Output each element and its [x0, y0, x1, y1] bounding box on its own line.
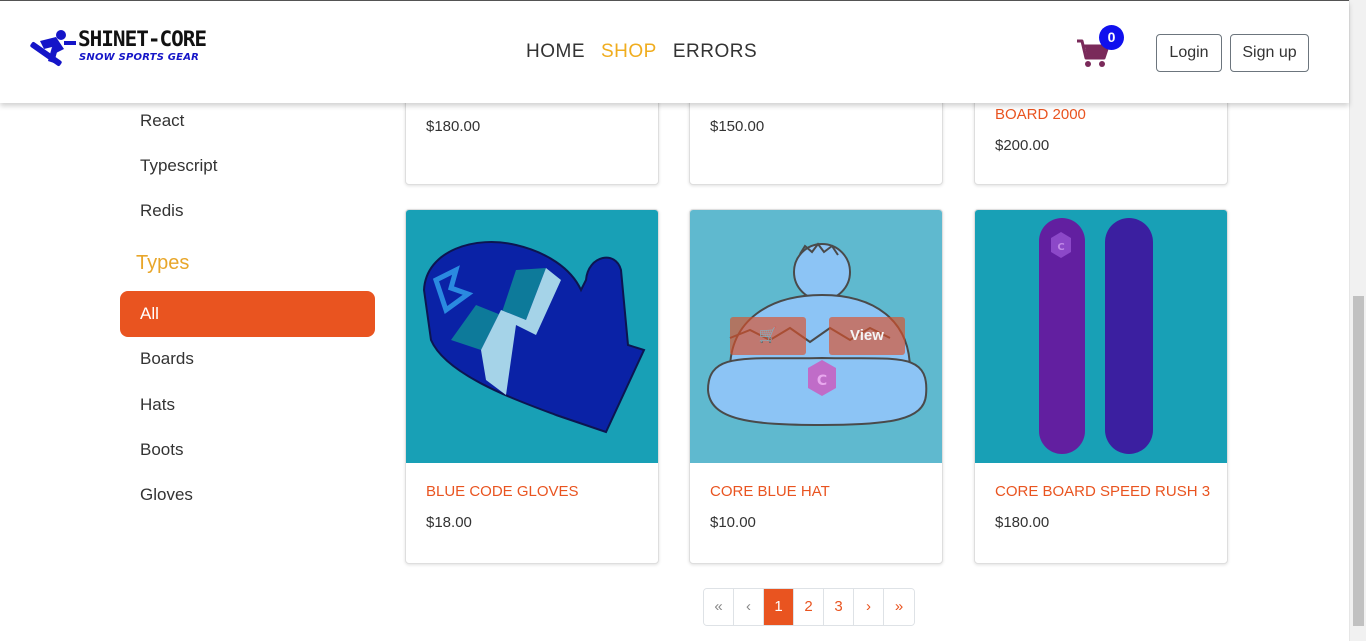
navbar: SHINET-CORE SNOW SPORTS GEAR HOME SHOP E…: [0, 1, 1349, 103]
next-page-button[interactable]: ›: [854, 589, 884, 625]
brand-filter-react[interactable]: React: [140, 111, 184, 131]
brand-title: SHINET-CORE: [78, 27, 207, 51]
svg-text:C: C: [1057, 242, 1064, 253]
type-filter-boots[interactable]: Boots: [140, 440, 183, 460]
cart-count-badge: 0: [1099, 25, 1124, 50]
type-filter-gloves[interactable]: Gloves: [140, 485, 193, 505]
cart-icon: 🛒: [758, 327, 778, 344]
nav-home-link[interactable]: HOME: [526, 41, 585, 63]
type-filter-hats[interactable]: Hats: [140, 395, 175, 415]
vertical-scrollbar[interactable]: [1349, 0, 1366, 641]
product-price: $200.00: [995, 137, 1050, 154]
product-card[interactable]: BLUE CODE GLOVES $18.00: [405, 209, 659, 564]
product-name[interactable]: BLUE CODE GLOVES: [426, 483, 579, 500]
page-3-button[interactable]: 3: [824, 589, 854, 625]
nav-shop-link[interactable]: SHOP: [601, 41, 657, 63]
login-button[interactable]: Login: [1156, 34, 1222, 72]
signup-button[interactable]: Sign up: [1230, 34, 1309, 72]
page-1-button[interactable]: 1: [764, 589, 794, 625]
product-name[interactable]: BOARD 2000: [995, 106, 1086, 123]
snowboarder-logo-icon: [30, 30, 76, 66]
page-2-button[interactable]: 2: [794, 589, 824, 625]
add-to-cart-overlay-button[interactable]: 🛒: [730, 317, 806, 355]
last-page-button[interactable]: »: [884, 589, 914, 625]
brand-filter-typescript[interactable]: Typescript: [140, 156, 217, 176]
type-filter-all[interactable]: All: [120, 291, 375, 337]
product-name[interactable]: CORE BOARD SPEED RUSH 3: [995, 483, 1210, 500]
brand-subtitle: SNOW SPORTS GEAR: [79, 52, 200, 63]
product-price: $10.00: [710, 514, 756, 531]
view-overlay-button[interactable]: View: [829, 317, 905, 355]
main-nav: HOME SHOP ERRORS: [526, 41, 757, 63]
product-price: $150.00: [710, 118, 765, 135]
product-image-board[interactable]: C: [975, 210, 1227, 463]
types-heading: Types: [136, 252, 190, 274]
first-page-button[interactable]: «: [704, 589, 734, 625]
product-price: $180.00: [995, 514, 1050, 531]
product-price: $18.00: [426, 514, 472, 531]
brand-logo[interactable]: SHINET-CORE SNOW SPORTS GEAR: [26, 27, 207, 79]
product-price: $180.00: [426, 118, 481, 135]
pagination: « ‹ 1 2 3 › »: [703, 588, 915, 626]
scrollbar-thumb[interactable]: [1353, 296, 1364, 626]
product-card[interactable]: C CORE BOARD SPEED RUSH 3 $180.00: [974, 209, 1228, 564]
type-filter-boards[interactable]: Boards: [140, 349, 194, 369]
prev-page-button[interactable]: ‹: [734, 589, 764, 625]
nav-errors-link[interactable]: ERRORS: [673, 41, 757, 63]
product-card[interactable]: C 🛒 View CORE BLUE HAT $10.00: [689, 209, 943, 564]
product-image-gloves[interactable]: [406, 210, 658, 463]
brand-filter-redis[interactable]: Redis: [140, 201, 183, 221]
svg-text:C: C: [817, 373, 827, 389]
product-name[interactable]: CORE BLUE HAT: [710, 483, 830, 500]
